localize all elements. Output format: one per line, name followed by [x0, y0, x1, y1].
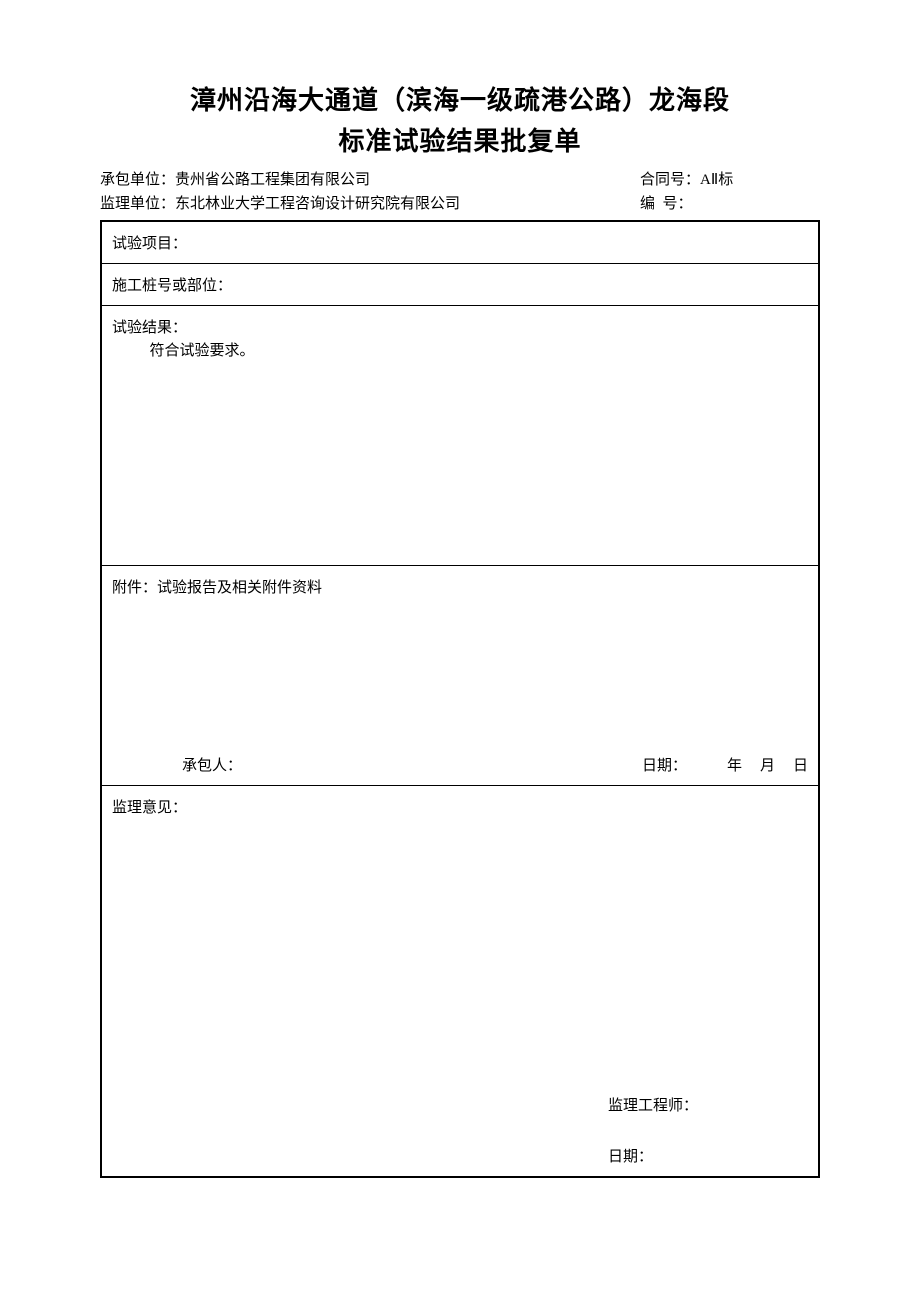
test-item-label: 试验项目： — [112, 236, 187, 252]
month-unit: 月 — [760, 754, 775, 775]
title-line-2: 标准试验结果批复单 — [100, 121, 820, 158]
attachment-value: 试验报告及相关附件资料 — [157, 580, 322, 596]
attachment-footer: 承包人： 日期： 年 月 日 — [102, 754, 818, 775]
year-unit: 年 — [727, 754, 742, 775]
opinion-label: 监理意见： — [112, 800, 187, 816]
contractor-value: 贵州省公路工程集团有限公司 — [175, 172, 370, 188]
opinion-footer: 监理工程师： 日期： — [608, 1064, 698, 1166]
meta-row-1: 承包单位：贵州省公路工程集团有限公司 合同号：AⅡ标 — [100, 168, 820, 192]
day-unit: 日 — [793, 754, 808, 775]
title-line-1: 漳州沿海大通道（滨海一级疏港公路）龙海段 — [100, 80, 820, 117]
engineer-label: 监理工程师： — [608, 1094, 698, 1115]
supervisor-label: 监理单位： — [100, 196, 175, 212]
result-body: 符合试验要求。 — [112, 339, 808, 360]
test-item-cell: 试验项目： — [102, 222, 818, 264]
date-label: 日期： — [642, 754, 687, 775]
serial-label-b: 号： — [663, 196, 693, 212]
contractor-person-label: 承包人： — [182, 758, 242, 774]
meta-row-2: 监理单位：东北林业大学工程咨询设计研究院有限公司 编号： — [100, 192, 820, 216]
attachment-cell: 附件：试验报告及相关附件资料 承包人： 日期： 年 月 日 — [102, 566, 818, 786]
date-row: 日期： 年 月 日 — [642, 754, 808, 775]
station-cell: 施工桩号或部位： — [102, 264, 818, 306]
contract-no-label: 合同号： — [640, 172, 700, 188]
contract-no-value: AⅡ标 — [700, 172, 733, 188]
station-label: 施工桩号或部位： — [112, 278, 232, 294]
form-table: 试验项目： 施工桩号或部位： 试验结果： 符合试验要求。 附件：试验报告及相关附… — [100, 220, 820, 1178]
opinion-cell: 监理意见： 监理工程师： 日期： — [102, 786, 818, 1176]
document-form: 漳州沿海大通道（滨海一级疏港公路）龙海段 标准试验结果批复单 承包单位：贵州省公… — [0, 0, 920, 1178]
opinion-date-label: 日期： — [608, 1145, 698, 1166]
contractor-label: 承包单位： — [100, 172, 175, 188]
attachment-label: 附件： — [112, 580, 157, 596]
result-label: 试验结果： — [112, 320, 187, 336]
supervisor-value: 东北林业大学工程咨询设计研究院有限公司 — [175, 196, 460, 212]
serial-label-a: 编 — [640, 196, 663, 212]
result-cell: 试验结果： 符合试验要求。 — [102, 306, 818, 566]
